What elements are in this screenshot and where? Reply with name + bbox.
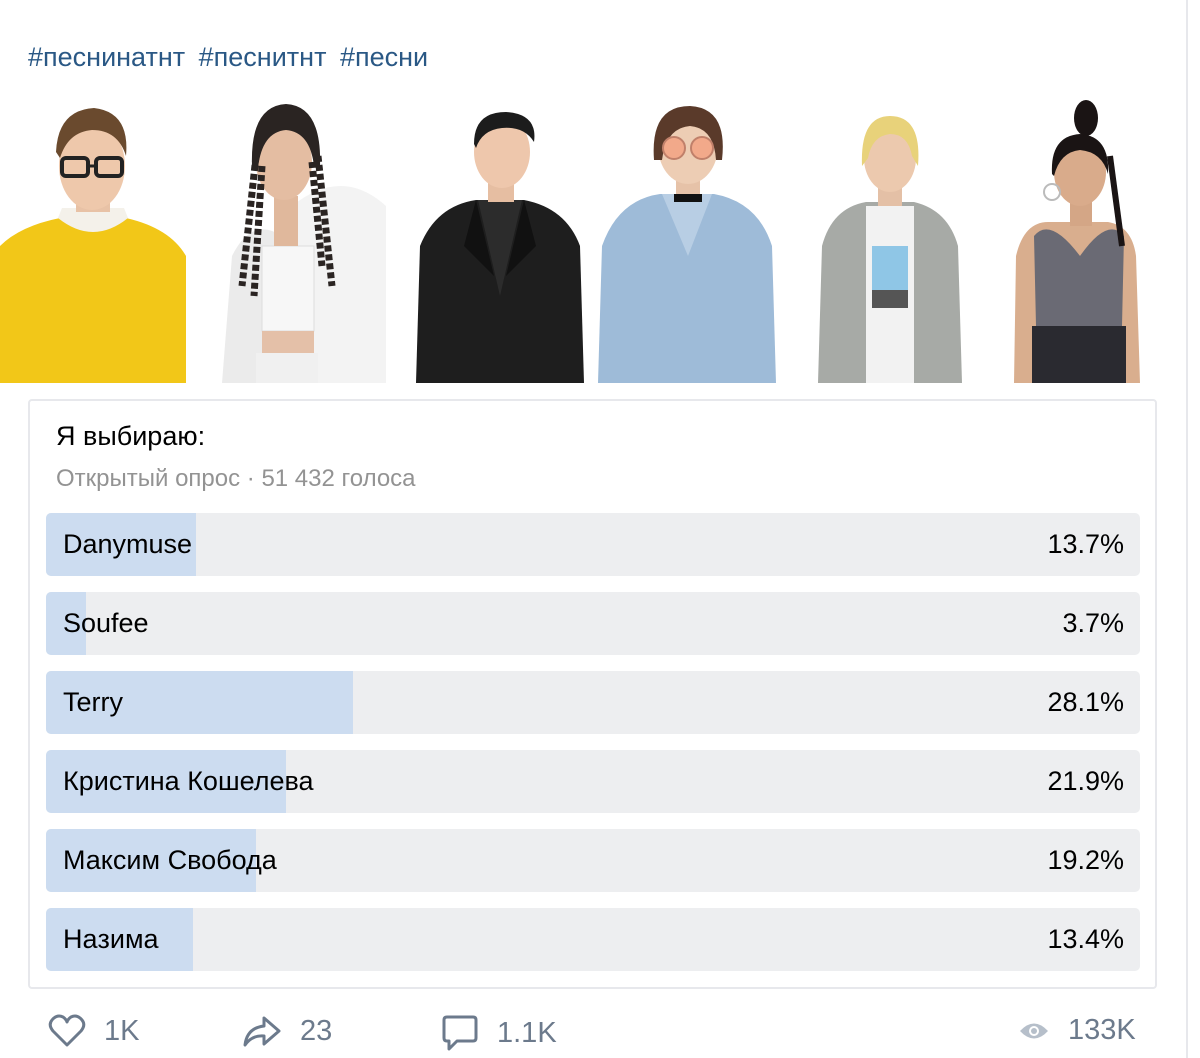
- photo-participant-2[interactable]: [222, 96, 386, 383]
- portrait-image: [222, 104, 386, 383]
- poll-option[interactable]: Максим Свобода 19.2%: [46, 829, 1140, 892]
- poll-option[interactable]: Soufee 3.7%: [46, 592, 1140, 655]
- photo-participant-4[interactable]: [598, 96, 776, 383]
- poll-option-percent: 19.2%: [1047, 845, 1124, 875]
- share-count: 23: [300, 1014, 333, 1047]
- poll-option-percent: 21.9%: [1047, 766, 1124, 796]
- view-count: 133K: [1068, 1014, 1136, 1046]
- poll-option-label: Danymuse: [63, 529, 193, 559]
- poll-option-label: Soufee: [63, 608, 149, 638]
- feed-column-border: [1186, 0, 1188, 1058]
- eye-icon: [1020, 1023, 1048, 1038]
- comment-button[interactable]: 1.1K: [441, 1014, 557, 1052]
- poll-card: Я выбираю: Открытый опрос · 51 432 голос…: [28, 399, 1157, 989]
- hashtag-link[interactable]: #песнитнт: [199, 42, 327, 72]
- poll-option-percent: 13.7%: [1047, 529, 1124, 559]
- poll-option[interactable]: Кристина Кошелева 21.9%: [46, 750, 1140, 813]
- like-count: 1K: [104, 1014, 140, 1047]
- portrait-image: [598, 106, 776, 383]
- poll-option[interactable]: Haзима 13.4%: [46, 908, 1140, 971]
- share-button[interactable]: 23: [242, 1014, 332, 1048]
- portrait-image: [0, 108, 186, 383]
- views-indicator: 133K: [1018, 1014, 1136, 1047]
- poll-meta: Открытый опрос · 51 432 голоса: [56, 465, 416, 492]
- share-arrow-icon: [243, 1016, 281, 1047]
- photo-participant-5[interactable]: [818, 96, 962, 383]
- post-hashtags: #песнинатнт #песнитнт #песни: [28, 42, 434, 73]
- poll-option-label: Haзима: [63, 924, 159, 954]
- poll-option-label: Terry: [63, 687, 123, 717]
- poll-option-label: Максим Свобода: [63, 845, 277, 875]
- poll-option-percent: 3.7%: [1062, 608, 1124, 638]
- poll-option-percent: 13.4%: [1047, 924, 1124, 954]
- post-actions-bar: 1K 23 1.1K 133K: [0, 1000, 1186, 1058]
- photo-participant-3[interactable]: [416, 96, 584, 383]
- poll-option-label: Кристина Кошелева: [63, 766, 314, 796]
- photo-participant-6[interactable]: [1004, 96, 1154, 383]
- comment-bubble-icon: [442, 1015, 478, 1051]
- portrait-image: [1014, 100, 1140, 383]
- like-button[interactable]: 1K: [48, 1014, 139, 1048]
- photo-participant-1[interactable]: [0, 96, 186, 383]
- post-photo-strip: [0, 96, 1186, 383]
- poll-option[interactable]: Danymuse 13.7%: [46, 513, 1140, 576]
- poll-title: Я выбираю:: [56, 421, 206, 451]
- poll-option-percent: 28.1%: [1047, 687, 1124, 717]
- portrait-image: [818, 116, 962, 383]
- poll-option[interactable]: Terry 28.1%: [46, 671, 1140, 734]
- heart-icon: [48, 1014, 86, 1047]
- portrait-image: [416, 112, 584, 383]
- hashtag-link[interactable]: #песни: [340, 42, 428, 72]
- hashtag-link[interactable]: #песнинатнт: [28, 42, 185, 72]
- comment-count: 1.1K: [497, 1016, 557, 1049]
